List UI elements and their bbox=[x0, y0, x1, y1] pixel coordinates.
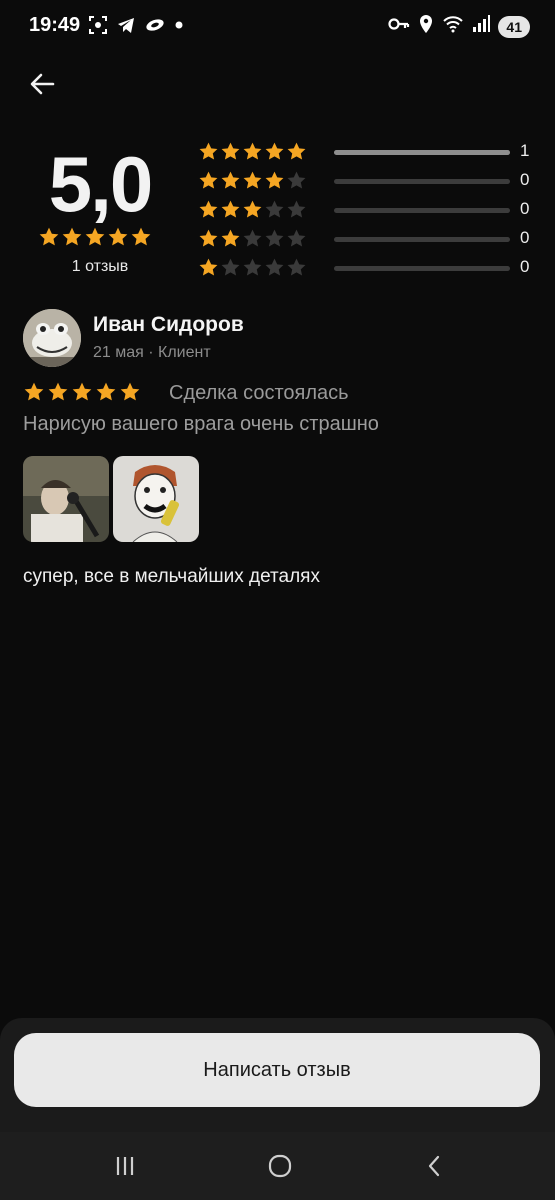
reviewer-avatar[interactable] bbox=[23, 309, 81, 367]
star-filled-icon bbox=[84, 226, 106, 248]
arrow-left-icon bbox=[30, 73, 55, 95]
review-meta: 21 мая · Клиент bbox=[93, 344, 211, 361]
star-filled-icon bbox=[286, 141, 307, 162]
star-filled-icon bbox=[220, 228, 241, 249]
distribution-bar-fill bbox=[334, 150, 510, 155]
star-empty-icon bbox=[286, 257, 307, 278]
recent-apps-icon bbox=[116, 1157, 134, 1175]
star-filled-icon bbox=[130, 226, 152, 248]
review-photo-2[interactable] bbox=[113, 456, 199, 542]
star-filled-icon bbox=[220, 141, 241, 162]
star-filled-icon bbox=[242, 141, 263, 162]
star-filled-icon bbox=[198, 257, 219, 278]
average-rating: 5,0 bbox=[48, 140, 153, 228]
distribution-bar bbox=[334, 179, 510, 184]
app-icon bbox=[144, 15, 166, 40]
distribution-stars bbox=[198, 199, 307, 220]
reviewer-name[interactable]: Иван Сидоров bbox=[93, 313, 244, 337]
star-empty-icon bbox=[286, 228, 307, 249]
star-filled-icon bbox=[198, 141, 219, 162]
system-nav-bar bbox=[0, 1132, 555, 1200]
chevron-left-icon bbox=[428, 1155, 440, 1177]
dot-icon bbox=[174, 15, 184, 40]
star-filled-icon bbox=[95, 381, 117, 403]
star-filled-icon bbox=[198, 199, 219, 220]
review-rating-stars bbox=[23, 381, 141, 403]
star-filled-icon bbox=[220, 199, 241, 220]
star-empty-icon bbox=[264, 257, 285, 278]
status-bar: 19:49 41 bbox=[0, 0, 555, 54]
distribution-stars bbox=[198, 257, 307, 278]
star-empty-icon bbox=[242, 257, 263, 278]
location-icon bbox=[418, 14, 434, 39]
back-button[interactable] bbox=[24, 66, 60, 102]
star-filled-icon bbox=[119, 381, 141, 403]
star-empty-icon bbox=[286, 199, 307, 220]
star-filled-icon bbox=[38, 226, 60, 248]
distribution-bar bbox=[334, 150, 510, 155]
star-filled-icon bbox=[264, 170, 285, 191]
screenshot-icon bbox=[88, 15, 108, 40]
signal-icon bbox=[472, 14, 491, 39]
wifi-icon bbox=[442, 14, 464, 39]
review-photos bbox=[23, 456, 199, 542]
distribution-row-4: 0 bbox=[198, 169, 538, 198]
distribution-count: 0 bbox=[520, 170, 530, 189]
distribution-row-3: 0 bbox=[198, 198, 538, 227]
star-empty-icon bbox=[220, 257, 241, 278]
star-filled-icon bbox=[264, 141, 285, 162]
average-rating-stars bbox=[38, 226, 152, 248]
star-filled-icon bbox=[47, 381, 69, 403]
star-filled-icon bbox=[220, 170, 241, 191]
star-filled-icon bbox=[242, 199, 263, 220]
star-filled-icon bbox=[61, 226, 83, 248]
star-filled-icon bbox=[23, 381, 45, 403]
battery-indicator: 41 bbox=[498, 15, 530, 38]
telegram-icon bbox=[116, 15, 136, 40]
distribution-count: 0 bbox=[520, 199, 530, 218]
distribution-row-1: 0 bbox=[198, 256, 538, 285]
distribution-row-2: 0 bbox=[198, 227, 538, 256]
star-empty-icon bbox=[264, 228, 285, 249]
write-review-button[interactable]: Написать отзыв bbox=[14, 1033, 540, 1107]
review-photo-1[interactable] bbox=[23, 456, 109, 542]
key-icon bbox=[388, 14, 410, 39]
distribution-row-5: 1 bbox=[198, 140, 538, 169]
distribution-stars bbox=[198, 170, 307, 191]
distribution-count: 0 bbox=[520, 228, 530, 247]
distribution-bar bbox=[334, 266, 510, 271]
rating-distribution: 1 0 0 0 0 bbox=[198, 140, 538, 285]
review-subject[interactable]: Нарисую вашего врага очень страшно bbox=[23, 413, 379, 436]
recent-apps-button[interactable] bbox=[105, 1150, 145, 1182]
back-nav-button[interactable] bbox=[415, 1150, 455, 1182]
review-text: супер, все в мельчайших деталях bbox=[23, 566, 320, 587]
star-filled-icon bbox=[198, 170, 219, 191]
star-empty-icon bbox=[242, 228, 263, 249]
home-icon bbox=[268, 1154, 292, 1178]
star-filled-icon bbox=[198, 228, 219, 249]
status-time: 19:49 bbox=[29, 14, 81, 36]
deal-status: Сделка состоялась bbox=[169, 382, 349, 404]
distribution-count: 0 bbox=[520, 257, 530, 276]
star-empty-icon bbox=[286, 170, 307, 191]
star-filled-icon bbox=[242, 170, 263, 191]
star-empty-icon bbox=[264, 199, 285, 220]
review-count: 1 отзыв bbox=[71, 258, 129, 275]
distribution-bar bbox=[334, 208, 510, 213]
star-filled-icon bbox=[71, 381, 93, 403]
home-button[interactable] bbox=[260, 1150, 300, 1182]
distribution-count: 1 bbox=[520, 141, 530, 160]
distribution-stars bbox=[198, 141, 307, 162]
star-filled-icon bbox=[107, 226, 129, 248]
distribution-stars bbox=[198, 228, 307, 249]
distribution-bar bbox=[334, 237, 510, 242]
